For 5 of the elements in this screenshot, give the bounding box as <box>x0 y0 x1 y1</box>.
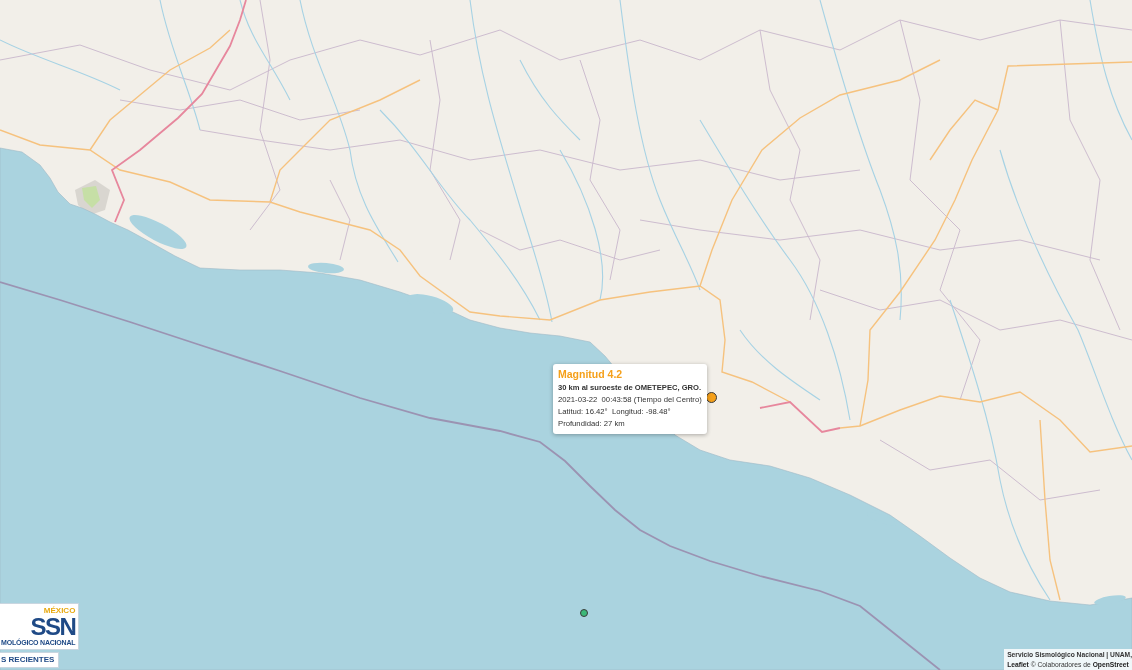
logo-country-text: MÉXICO <box>43 606 76 615</box>
logo-acronym-text: SSN <box>30 615 76 638</box>
recent-quakes-button[interactable]: S RECIENTES <box>0 652 60 668</box>
magnitude-title: Magnitud 4.2 <box>558 368 623 381</box>
quake-marker-icon[interactable] <box>580 609 588 617</box>
